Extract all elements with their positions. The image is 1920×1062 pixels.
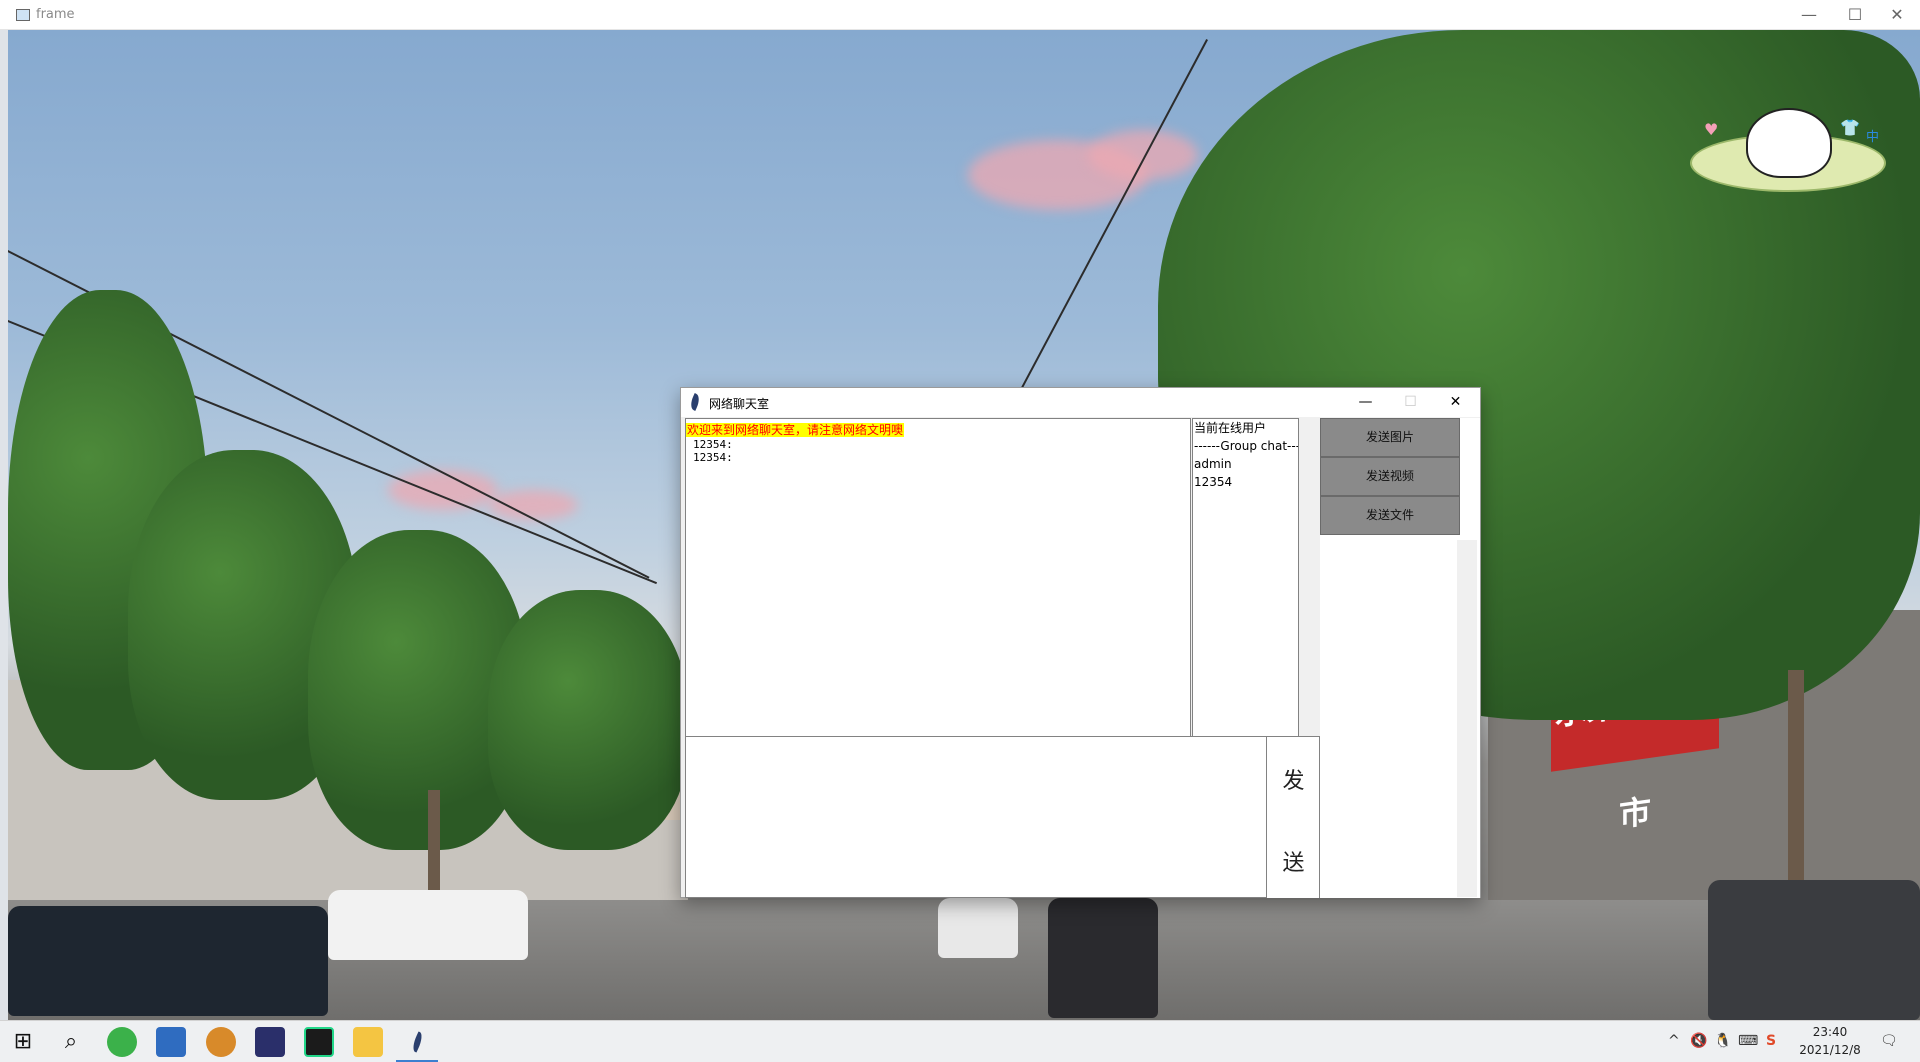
wallpaper-car — [1708, 880, 1920, 1020]
frame-close-button[interactable]: ✕ — [1874, 0, 1920, 30]
online-users-list[interactable]: 当前在线用户 ------Group chat------ admin 1235… — [1192, 418, 1299, 737]
online-users-header: 当前在线用户 — [1194, 421, 1267, 435]
tray-app-icon[interactable]: S — [1766, 1033, 1776, 1049]
side-panel: 发送图片 发送视频 发送文件 — [1320, 418, 1480, 898]
user-list-item-admin[interactable]: admin — [1193, 455, 1298, 473]
search-button[interactable]: ⌕ — [56, 1027, 86, 1057]
message-history[interactable]: 欢迎来到网络聊天室，请注意网络文明噢 12354: 12354: — [685, 418, 1191, 737]
frame-minimize-button[interactable]: — — [1786, 0, 1832, 30]
message-input[interactable] — [685, 736, 1267, 898]
wallpaper-cloud — [388, 470, 498, 510]
send-image-button[interactable]: 发送图片 — [1320, 418, 1460, 457]
qq-icon[interactable]: 🐧 — [1714, 1033, 1731, 1049]
pycharm-icon[interactable] — [304, 1027, 334, 1057]
pet-ghost-icon — [1746, 108, 1832, 178]
send-button[interactable]: 发 送 — [1267, 736, 1320, 898]
clock-time: 23:40 — [1812, 1025, 1848, 1039]
notification-icon[interactable]: 🗨 — [1880, 1033, 1898, 1049]
wallpaper-car — [328, 890, 528, 960]
welcome-banner: 欢迎来到网络聊天室，请注意网络文明噢 — [686, 423, 905, 437]
input-method-icon[interactable]: ⌨ — [1738, 1033, 1758, 1049]
ide-icon[interactable] — [255, 1027, 285, 1057]
send-video-button[interactable]: 发送视频 — [1320, 457, 1460, 496]
frame-app-icon — [16, 9, 30, 21]
send-label-bottom: 送 — [1282, 851, 1305, 876]
start-button[interactable]: ⊞ — [8, 1027, 38, 1057]
heart-icon: ♥ — [1704, 120, 1719, 139]
chat-window-title: 网络聊天室 — [709, 397, 770, 411]
tray-chevron-icon[interactable]: ^ — [1668, 1033, 1680, 1049]
wallpaper-cloud — [1088, 130, 1198, 180]
file-explorer-icon[interactable] — [353, 1027, 383, 1057]
wallpaper-cloud — [488, 490, 578, 520]
wallpaper-car — [1048, 898, 1158, 1018]
user-list-item-group-chat[interactable]: ------Group chat------ — [1193, 437, 1298, 455]
clock-date: 2021/12/8 — [1799, 1043, 1861, 1057]
input-language-indicator[interactable]: 中 — [1866, 126, 1879, 145]
feather-icon — [410, 1031, 425, 1053]
side-panel-scrollbar[interactable] — [1457, 540, 1477, 897]
send-file-button[interactable]: 发送文件 — [1320, 496, 1460, 535]
chat-window: 网络聊天室 — ☐ ✕ 欢迎来到网络聊天室，请注意网络文明噢 12354: 12… — [680, 387, 1481, 898]
green-app-icon[interactable] — [107, 1027, 137, 1057]
frame-maximize-button[interactable]: ☐ — [1832, 0, 1878, 30]
taskbar: ⊞ ⌕ ^ 🔇 🐧 ⌨ S 23:40 2021/12/8 🗨 — [0, 1020, 1920, 1062]
desktop-pet-widget[interactable]: ♥ 👕 中 — [1690, 100, 1890, 200]
chat-close-button[interactable]: ✕ — [1433, 388, 1478, 417]
volume-muted-icon[interactable]: 🔇 — [1690, 1033, 1707, 1049]
system-clock[interactable]: 23:40 2021/12/8 — [1790, 1023, 1870, 1059]
chat-minimize-button[interactable]: — — [1343, 388, 1388, 417]
wallpaper-car — [8, 906, 328, 1016]
remote-desktop-icon[interactable] — [156, 1027, 186, 1057]
feather-icon — [687, 393, 703, 411]
shirt-icon[interactable]: 👕 — [1840, 118, 1860, 137]
frame-title: frame — [36, 7, 75, 22]
frame-titlebar: frame — ☐ ✕ — [0, 0, 1920, 30]
feather-app-icon[interactable] — [402, 1027, 432, 1057]
user-list-item-12354[interactable]: 12354 — [1193, 473, 1298, 491]
send-label-top: 发 — [1282, 769, 1305, 794]
wallpaper-car — [938, 898, 1018, 958]
message-line: 12354: — [693, 438, 733, 451]
chat-titlebar[interactable]: 网络聊天室 — ☐ ✕ — [681, 388, 1480, 417]
bear-app-icon[interactable] — [206, 1027, 236, 1057]
wallpaper-tree — [488, 590, 688, 850]
chat-maximize-button: ☐ — [1404, 394, 1417, 410]
message-line: 12354: — [693, 451, 733, 464]
